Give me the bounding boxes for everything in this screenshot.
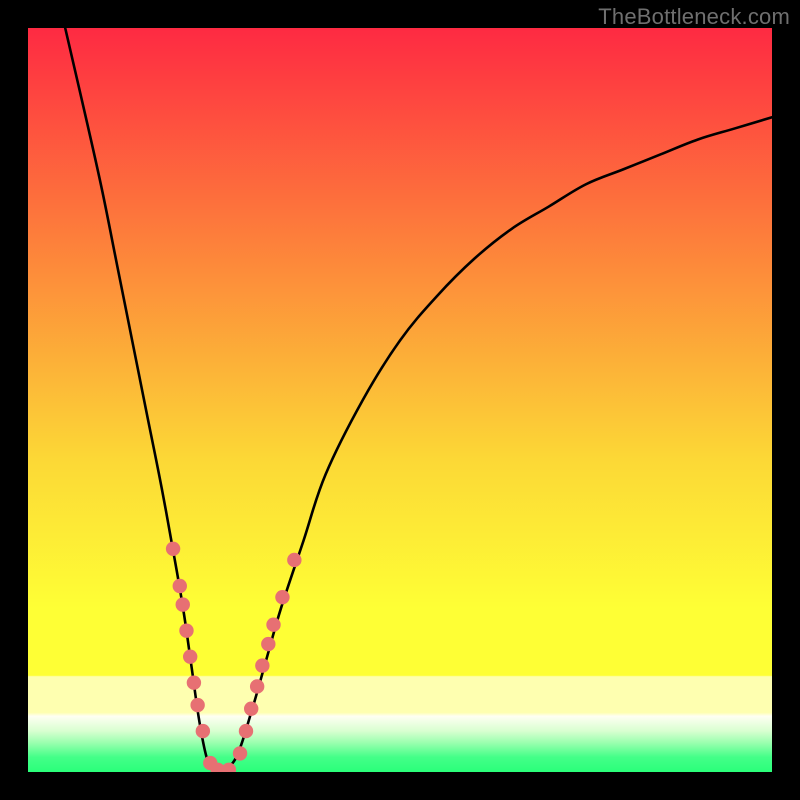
data-point-marker — [183, 649, 197, 663]
data-point-marker — [173, 579, 187, 593]
data-point-marker — [176, 597, 190, 611]
data-point-marker — [255, 658, 269, 672]
data-point-marker — [166, 542, 180, 556]
data-point-marker — [261, 637, 275, 651]
data-point-marker — [233, 746, 247, 760]
marker-layer — [166, 542, 302, 772]
watermark-text: TheBottleneck.com — [598, 4, 790, 30]
data-point-marker — [244, 702, 258, 716]
data-point-marker — [275, 590, 289, 604]
data-point-marker — [179, 623, 193, 637]
data-point-marker — [239, 724, 253, 738]
plot-area — [28, 28, 772, 772]
data-point-marker — [196, 724, 210, 738]
data-point-marker — [222, 763, 236, 772]
curve-layer — [28, 28, 772, 772]
data-point-marker — [190, 698, 204, 712]
data-point-marker — [250, 679, 264, 693]
data-point-marker — [266, 617, 280, 631]
data-point-marker — [287, 553, 301, 567]
chart-frame: TheBottleneck.com — [0, 0, 800, 800]
data-point-marker — [187, 676, 201, 690]
bottleneck-curve — [65, 28, 772, 772]
